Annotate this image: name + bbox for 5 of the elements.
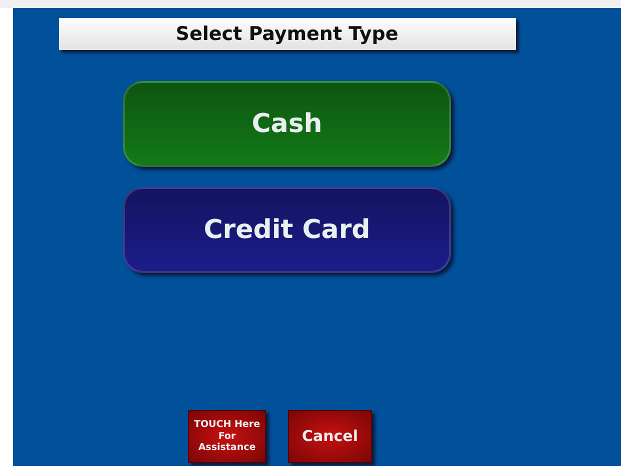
cancel-button[interactable]: Cancel: [288, 410, 372, 463]
payment-option-button[interactable]: Credit Card: [123, 187, 451, 273]
assistance-button[interactable]: TOUCH Here For Assistance: [188, 410, 266, 463]
screen-title: Select Payment Type: [58, 18, 516, 50]
payment-option-button[interactable]: Cash: [123, 81, 451, 167]
